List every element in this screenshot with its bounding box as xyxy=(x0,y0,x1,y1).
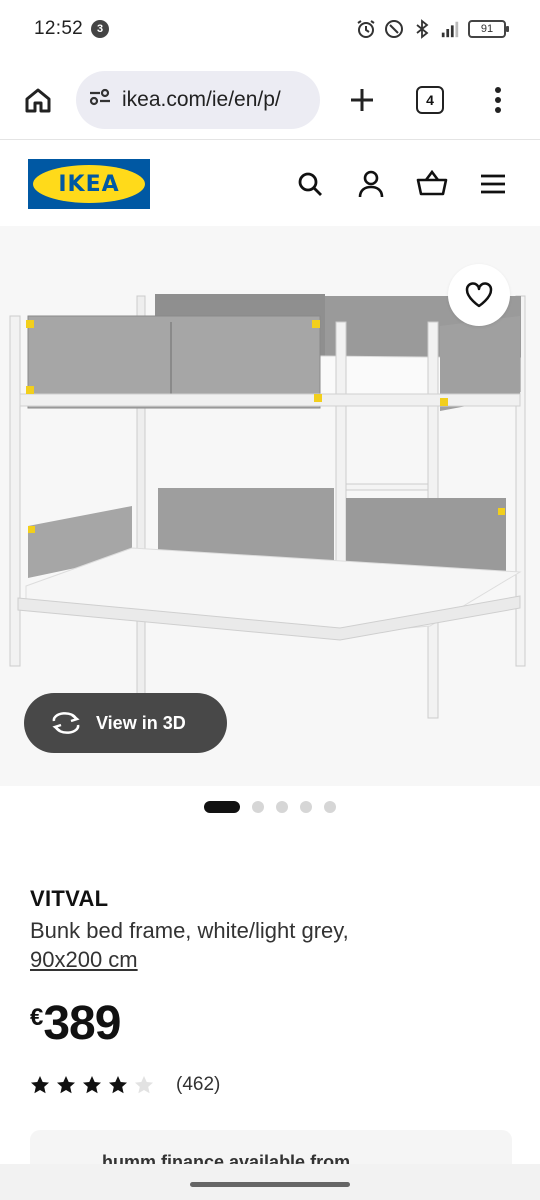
star-empty-icon xyxy=(135,1076,153,1094)
site-header: IKEA xyxy=(0,142,540,226)
star-filled-icon xyxy=(31,1076,49,1094)
review-count[interactable]: (462) xyxy=(176,1074,220,1096)
notification-count-badge: 3 xyxy=(91,20,110,38)
menu-icon xyxy=(481,174,505,194)
basket-button[interactable] xyxy=(415,167,449,201)
status-bar: 12:52 3 91 xyxy=(0,0,540,58)
carousel-dot[interactable] xyxy=(300,801,312,813)
browser-menu-button[interactable] xyxy=(488,80,508,120)
carousel-dot-active[interactable] xyxy=(204,801,240,813)
price-value: 389 xyxy=(43,997,121,1050)
product-price: € 389 xyxy=(30,996,121,1051)
rotate-3d-icon xyxy=(52,712,80,734)
url-text[interactable]: ikea.com/ie/en/p/ xyxy=(122,88,281,112)
ikea-logo-text: IKEA xyxy=(58,171,120,197)
star-filled-icon xyxy=(57,1076,75,1094)
star-filled-icon xyxy=(83,1076,101,1094)
browser-toolbar: ikea.com/ie/en/p/ 4 xyxy=(0,60,540,140)
gesture-handle[interactable] xyxy=(190,1182,350,1187)
carousel-dot[interactable] xyxy=(276,801,288,813)
basket-icon xyxy=(416,170,448,196)
product-info: VITVAL Bunk bed frame, white/light grey,… xyxy=(30,886,510,974)
menu-button[interactable] xyxy=(476,167,510,201)
search-icon xyxy=(298,172,322,196)
product-description: Bunk bed frame, white/light grey, xyxy=(30,918,349,943)
add-to-wishlist-button[interactable] xyxy=(448,264,510,326)
site-settings-icon[interactable] xyxy=(88,87,112,112)
star-filled-icon xyxy=(109,1076,127,1094)
account-button[interactable] xyxy=(354,167,388,201)
heart-icon xyxy=(465,282,493,308)
ikea-logo-oval: IKEA xyxy=(33,165,145,203)
carousel-dot[interactable] xyxy=(324,801,336,813)
new-tab-button[interactable] xyxy=(342,80,382,120)
product-rating[interactable]: (462) xyxy=(30,1074,220,1096)
status-time: 12:52 xyxy=(34,18,84,39)
price-currency: € xyxy=(30,1004,44,1031)
rating-stars xyxy=(30,1075,154,1095)
status-left: 12:52 3 xyxy=(34,18,110,40)
header-icons xyxy=(293,167,510,201)
signal-icon xyxy=(440,19,460,39)
status-right: 91 xyxy=(356,19,509,39)
carousel-dot[interactable] xyxy=(252,801,264,813)
more-vert-icon xyxy=(495,86,501,113)
search-button[interactable] xyxy=(293,167,327,201)
nfc-icon xyxy=(384,19,404,39)
view-in-3d-button[interactable]: View in 3D xyxy=(24,693,227,753)
product-size-link[interactable]: 90x200 cm xyxy=(30,947,138,972)
bluetooth-icon xyxy=(412,19,432,39)
home-button[interactable] xyxy=(18,80,58,120)
carousel-indicator xyxy=(0,800,540,814)
alarm-icon xyxy=(356,19,376,39)
account-icon xyxy=(358,170,384,198)
ikea-logo[interactable]: IKEA xyxy=(28,159,150,209)
home-icon xyxy=(25,88,51,112)
tab-switcher-button[interactable]: 4 xyxy=(416,85,444,114)
product-image-gallery[interactable]: View in 3D xyxy=(0,226,540,786)
plus-icon xyxy=(351,88,373,111)
battery-indicator: 91 xyxy=(468,20,509,38)
navigation-gesture-area xyxy=(0,1164,540,1200)
view-in-3d-label: View in 3D xyxy=(96,712,186,733)
address-bar[interactable]: ikea.com/ie/en/p/ xyxy=(76,70,320,129)
product-name: VITVAL xyxy=(30,886,109,911)
